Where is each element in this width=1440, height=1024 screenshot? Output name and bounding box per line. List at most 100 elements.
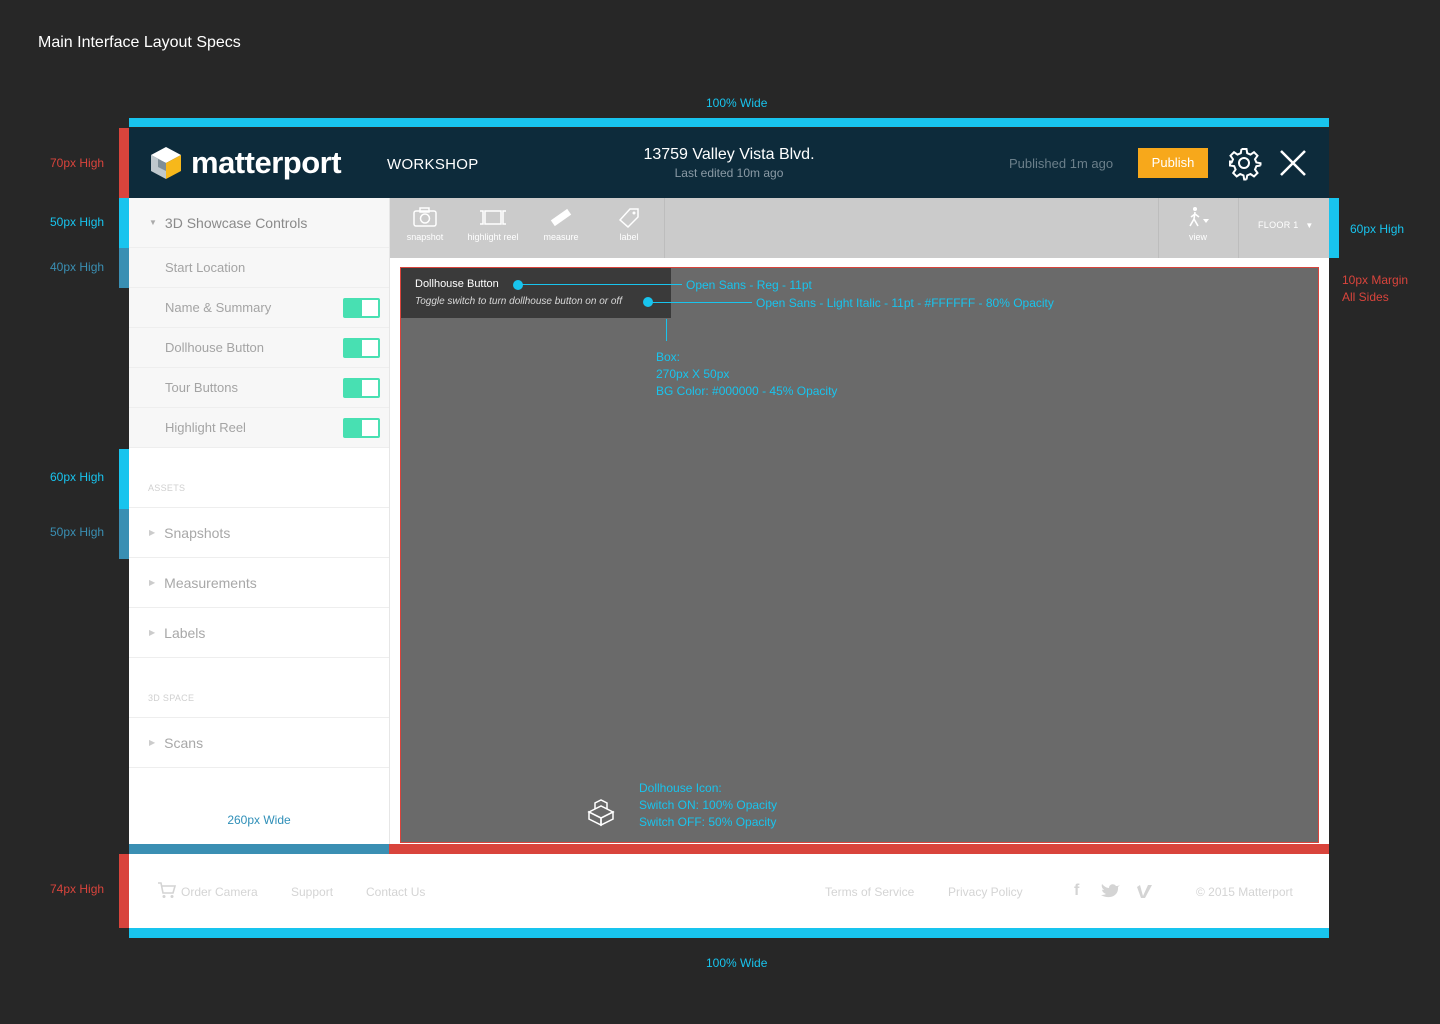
sidebar-item-measurements[interactable]: ▶ Measurements [129, 558, 389, 608]
brand-logo[interactable]: matterport [149, 145, 342, 181]
facebook-icon[interactable]: f [1074, 882, 1079, 900]
tag-icon [618, 208, 639, 228]
sidebar-item-label: Highlight Reel [165, 420, 246, 435]
spec-icon-3: Switch OFF: 50% Opacity [639, 815, 777, 829]
spec-toolbar-height-bar [1329, 198, 1339, 258]
terms-link[interactable]: Terms of Service [825, 885, 914, 899]
spec-leader-line [518, 284, 682, 285]
spec-margin-2: All Sides [1342, 290, 1389, 304]
spec-font-reg: Open Sans - Reg - 11pt [686, 278, 812, 292]
toggle-switch[interactable] [343, 378, 380, 398]
sidebar-item-label: Name & Summary [165, 300, 272, 315]
publish-button[interactable]: Publish [1138, 148, 1208, 178]
sidebar-item-label: Tour Buttons [165, 380, 238, 395]
sidebar-item-scans[interactable]: ▶ Scans [129, 718, 389, 768]
toggle-switch[interactable] [343, 338, 380, 358]
sidebar-section-header[interactable]: ▼ 3D Showcase Controls [129, 198, 389, 248]
sidebar-item-label: Start Location [165, 260, 246, 275]
sidebar-item-label: Dollhouse Button [165, 340, 265, 355]
toolbar-divider [1158, 198, 1159, 258]
last-edited: Last edited 10m ago [674, 166, 784, 180]
tool-measure[interactable]: measure [526, 198, 596, 258]
tool-label: view [1188, 232, 1207, 242]
spec-row-height-bar [119, 248, 129, 288]
tool-label: snapshot [406, 232, 444, 242]
chevron-right-icon: ▶ [149, 528, 156, 537]
spec-box-3: BG Color: #000000 - 45% Opacity [656, 384, 838, 398]
toolbar: snapshot highlight reel measure label vi… [390, 198, 1329, 258]
spec-margin-1: 10px Margin [1342, 273, 1409, 287]
spec-item-height-bar [119, 509, 129, 559]
toolbar-divider [1238, 198, 1239, 258]
gear-icon[interactable] [1226, 145, 1262, 181]
toggle-switch[interactable] [343, 298, 380, 318]
app-footer: Order Camera Support Contact Us Terms of… [129, 854, 1329, 928]
tool-snapshot[interactable]: snapshot [390, 198, 460, 258]
space-section-label: 3D SPACE [129, 658, 389, 718]
spec-icon-1: Dollhouse Icon: [639, 781, 722, 795]
sidebar-item-dollhouse-button[interactable]: Dollhouse Button [129, 328, 389, 368]
spec-font-italic: Open Sans - Light Italic - 11pt - #FFFFF… [756, 296, 1054, 310]
spec-item-height: 50px High [50, 525, 105, 539]
spec-assets-height-bar [119, 449, 129, 509]
filmstrip-icon [480, 210, 506, 225]
spec-box-1: Box: [656, 350, 681, 364]
section-title: WORKSHOP [387, 156, 479, 173]
property-address: 13759 Valley Vista Blvd. [643, 146, 815, 163]
sidebar-section-title: 3D Showcase Controls [164, 214, 308, 231]
chevron-right-icon: ▶ [149, 628, 156, 637]
sidebar-item-start-location[interactable]: Start Location [129, 248, 389, 288]
brand-name: matterport [191, 145, 342, 180]
sidebar-item-labels[interactable]: ▶ Labels [129, 608, 389, 658]
sidebar-item-highlight-reel[interactable]: Highlight Reel [129, 408, 389, 448]
tool-label: measure [543, 232, 579, 242]
toggle-switch[interactable] [343, 418, 380, 438]
spec-section-height: 50px High [50, 215, 105, 229]
viewport-3d[interactable] [400, 267, 1319, 843]
spec-icon-2: Switch ON: 100% Opacity [639, 798, 778, 812]
camera-icon [413, 207, 437, 227]
spec-header-height: 70px High [50, 156, 105, 170]
sidebar-item-snapshots[interactable]: ▶ Snapshots [129, 508, 389, 558]
sidebar-item-tour-buttons[interactable]: Tour Buttons [129, 368, 389, 408]
chevron-down-icon: ▼ [1305, 221, 1314, 230]
spec-margin-bar [389, 844, 1329, 854]
spec-marker [513, 280, 523, 290]
sidebar-item-label: Measurements [164, 574, 257, 591]
sidebar-item-label: Labels [164, 624, 206, 641]
chevron-down-icon: ▼ [149, 218, 157, 227]
contact-link[interactable]: Contact Us [366, 885, 425, 899]
spec-assets-height: 60px High [50, 470, 105, 484]
spec-title: Main Interface Layout Specs [38, 34, 241, 51]
spec-top-width: 100% Wide [706, 96, 768, 110]
spec-bottom-width-bar [129, 928, 1329, 938]
floor-selector[interactable]: FLOOR 1 ▼ [1258, 220, 1314, 230]
cart-icon [158, 882, 177, 898]
spec-top-width-bar [129, 118, 1329, 127]
sidebar-item-name-summary[interactable]: Name & Summary [129, 288, 389, 328]
walk-icon [1189, 207, 1209, 227]
matterport-cube-icon [151, 147, 181, 179]
spec-header-height-bar [119, 128, 129, 198]
spec-bottom-width: 100% Wide [706, 956, 768, 970]
close-icon[interactable] [1277, 147, 1309, 179]
vimeo-icon[interactable] [1136, 883, 1154, 899]
tool-label[interactable]: label [594, 198, 664, 258]
order-camera-link[interactable]: Order Camera [181, 885, 258, 899]
dollhouse-icon[interactable] [586, 798, 616, 828]
privacy-link[interactable]: Privacy Policy [948, 885, 1023, 899]
assets-section-label: ASSETS [129, 448, 389, 508]
sidebar-item-label: Scans [164, 734, 204, 751]
spec-section-height-bar [119, 198, 129, 248]
spec-sidebar-width-bar [129, 844, 389, 854]
support-link[interactable]: Support [291, 885, 333, 899]
spec-footer-height: 74px High [50, 882, 105, 896]
app-header: matterport WORKSHOP 13759 Valley Vista B… [129, 128, 1329, 198]
spec-sidebar-width: 260px Wide [227, 813, 291, 827]
tool-highlight-reel[interactable]: highlight reel [458, 198, 528, 258]
dollhouse-title: Dollhouse Button [415, 278, 499, 290]
sidebar-item-label: Snapshots [164, 524, 231, 541]
twitter-icon[interactable] [1101, 883, 1121, 899]
view-mode-button[interactable]: view [1163, 198, 1233, 258]
tool-label: highlight reel [467, 232, 519, 242]
